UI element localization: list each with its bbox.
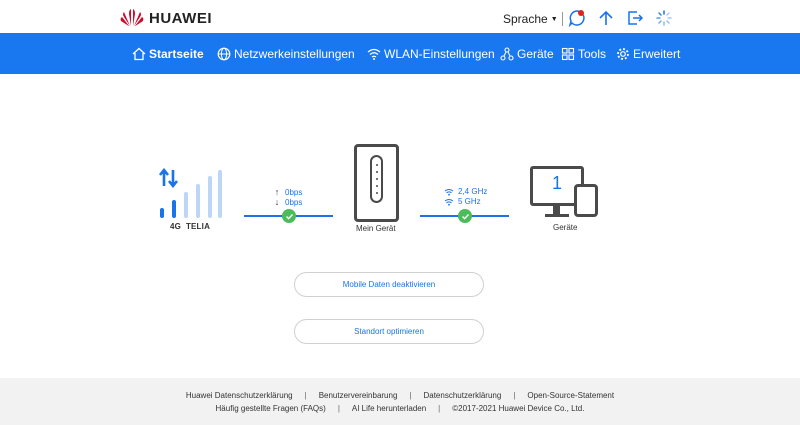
wifi-icon	[444, 188, 454, 196]
signal-bar	[218, 170, 222, 218]
nav-item-geraete[interactable]: Geräte	[500, 33, 554, 74]
nav-label: WLAN-Einstellungen	[384, 46, 495, 61]
wifi-band-label: 5 GHz	[458, 197, 481, 206]
optimize-location-button[interactable]: Standort optimieren	[294, 319, 484, 344]
nav-label: Netzwerkeinstellungen	[234, 46, 355, 61]
router-led	[376, 171, 378, 173]
footer-link-data-privacy[interactable]: Datenschutzerklärung	[423, 391, 501, 400]
top-header: HUAWEI Sprache ▼	[0, 0, 800, 36]
download-speed-value: 0bps	[285, 197, 303, 207]
phone-icon	[574, 184, 598, 217]
chevron-down-icon: ▼	[550, 15, 558, 23]
nav-label: Erweitert	[633, 46, 681, 61]
nav-item-netzwerkeinstellungen[interactable]: Netzwerkeinstellungen	[217, 33, 355, 74]
footer-links-row-1: Huawei Datenschutzerklärung | Benutzerve…	[0, 391, 800, 400]
network-label: 4G TELIA	[170, 222, 210, 231]
tools-icon	[561, 47, 575, 60]
home-icon	[132, 47, 146, 60]
footer-link-open-source[interactable]: Open-Source-Statement	[527, 391, 614, 400]
huawei-logo[interactable]: HUAWEI	[120, 7, 212, 29]
router-led	[376, 178, 378, 180]
arrow-down-icon: ↓	[274, 197, 280, 207]
signal-strength-icon	[158, 168, 222, 218]
download-speed: ↓ 0bps	[273, 197, 303, 207]
wifi-status-check-icon	[458, 209, 472, 223]
network-type: 4G	[170, 222, 182, 231]
upload-speed-value: 0bps	[285, 187, 303, 197]
network-operator: TELIA	[185, 222, 211, 231]
brand-name: HUAWEI	[149, 9, 212, 27]
language-label: Sprache	[503, 12, 548, 26]
signal-bar	[208, 176, 212, 218]
upload-speed: ↑ 0bps	[273, 187, 303, 197]
globe-icon	[217, 47, 231, 60]
footer-separator: |	[337, 404, 340, 413]
router-led	[376, 185, 378, 187]
footer-copyright: ©2017-2021 Huawei Device Co., Ltd.	[452, 404, 585, 413]
router-label: Mein Gerät	[356, 224, 396, 233]
language-selector[interactable]: Sprache ▼	[503, 12, 558, 26]
footer-links-row-2: Häufig gestellte Fragen (FAQs) | AI Life…	[0, 404, 800, 413]
header-divider	[562, 12, 563, 26]
internet-status-check-icon	[282, 209, 296, 223]
footer-link-ai-life[interactable]: AI Life herunterladen	[352, 404, 426, 413]
signal-bar	[172, 200, 176, 218]
nav-item-tools[interactable]: Tools	[561, 33, 606, 74]
wifi-band-24: 2,4 GHz	[444, 187, 487, 196]
footer-link-user-agreement[interactable]: Benutzervereinbarung	[319, 391, 398, 400]
disable-mobile-data-button[interactable]: Mobile Daten deaktivieren	[294, 272, 484, 297]
signal-bar	[160, 208, 164, 218]
router-admin-page: HUAWEI Sprache ▼ Startseite Netzwerkeins…	[0, 0, 800, 425]
router-icon[interactable]	[354, 144, 399, 222]
router-led	[376, 164, 378, 166]
nav-item-startseite[interactable]: Startseite	[132, 33, 204, 74]
nav-item-erweitert[interactable]: Erweitert	[616, 33, 680, 74]
nav-label: Startseite	[149, 46, 204, 61]
nav-item-wlan-einstellungen[interactable]: WLAN-Einstellungen	[367, 33, 495, 74]
footer: Huawei Datenschutzerklärung | Benutzerve…	[0, 378, 800, 425]
loading-icon	[656, 10, 672, 26]
main-navigation: Startseite Netzwerkeinstellungen WLAN-Ei…	[0, 33, 800, 74]
footer-link-privacy[interactable]: Huawei Datenschutzerklärung	[186, 391, 293, 400]
signal-bar	[184, 192, 188, 218]
huawei-flower-icon	[120, 9, 144, 27]
footer-separator: |	[438, 404, 441, 413]
footer-separator: |	[409, 391, 412, 400]
message-icon[interactable]	[568, 9, 586, 27]
network-topology: 4G TELIA ↑ 0bps ↓ 0bps Mein Gerät 2,4 GH…	[0, 130, 800, 250]
wifi-band-label: 2,4 GHz	[458, 187, 488, 196]
footer-separator: |	[304, 391, 307, 400]
wifi-band-5: 5 GHz	[444, 197, 481, 206]
footer-link-faq[interactable]: Häufig gestellte Fragen (FAQs)	[216, 404, 326, 413]
devices-icon	[500, 46, 514, 61]
monitor-base	[545, 214, 569, 217]
gear-icon	[617, 47, 629, 60]
devices-label: Geräte	[553, 223, 578, 232]
data-transfer-icon	[158, 168, 179, 188]
footer-separator: |	[513, 391, 516, 400]
nav-label: Geräte	[517, 46, 554, 61]
arrow-up-icon: ↑	[274, 187, 280, 197]
upload-icon[interactable]	[597, 9, 615, 27]
router-led-panel	[370, 155, 383, 203]
logout-icon[interactable]	[626, 9, 644, 27]
nav-label: Tools	[578, 46, 607, 61]
wifi-icon	[367, 48, 381, 60]
monitor-stand	[553, 206, 560, 214]
router-led	[376, 192, 378, 194]
wifi-icon	[444, 198, 454, 206]
signal-bar	[196, 184, 200, 218]
